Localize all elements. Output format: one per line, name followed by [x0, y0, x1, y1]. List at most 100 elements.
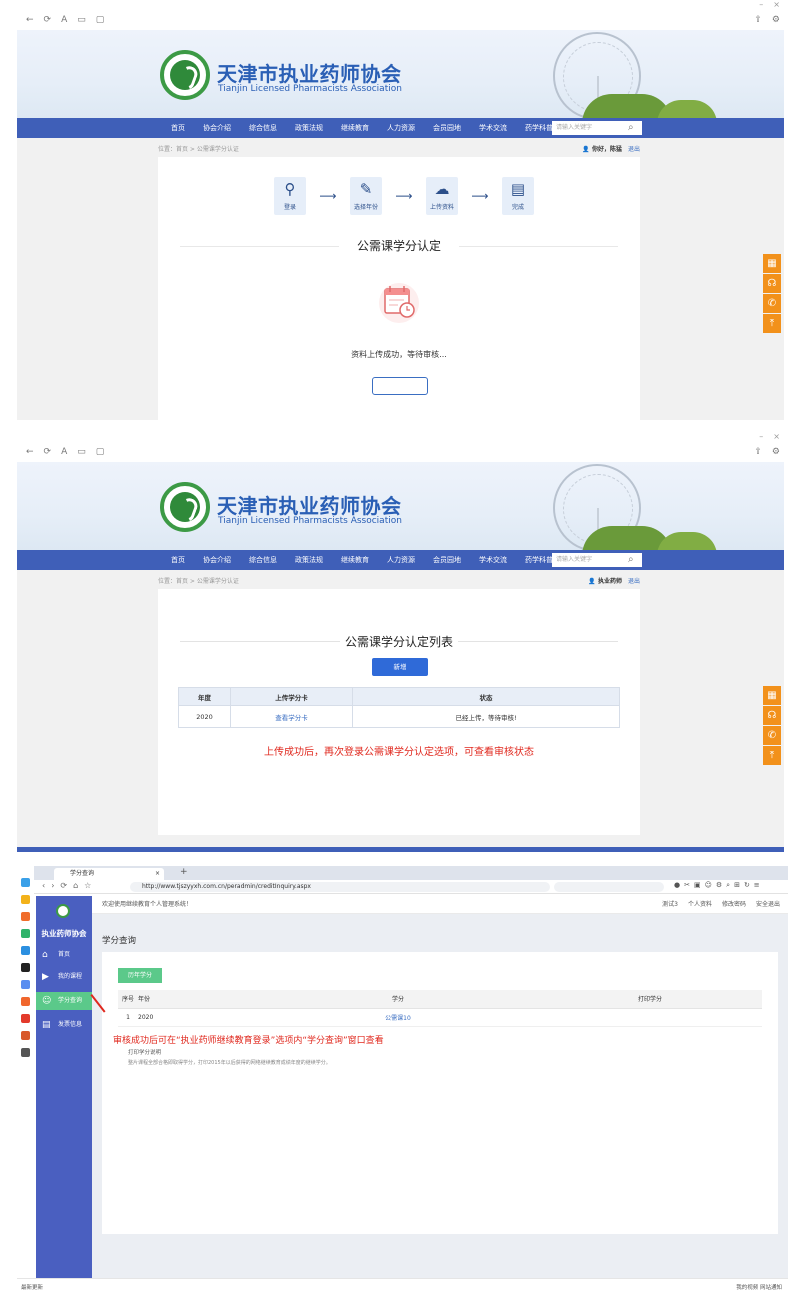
nav-item-hr[interactable]: 人力资源 [378, 118, 424, 138]
app-icon[interactable] [21, 946, 30, 955]
app-icon[interactable] [21, 878, 30, 887]
browser-search-field[interactable] [554, 882, 664, 892]
nav-item-policy[interactable]: 政策法规 [286, 118, 332, 138]
user-icon: 👤 [582, 146, 590, 153]
nav-item-education[interactable]: 继续教育 [332, 118, 378, 138]
logout-link[interactable]: 退出 [628, 578, 640, 585]
support-icon[interactable]: ☊ [763, 706, 781, 725]
welcome-text: 欢迎使用继续教育个人管理系统！ [102, 901, 193, 908]
change-password-link[interactable]: 修改密码 [722, 896, 746, 914]
tab-credit-query[interactable]: 学分查询 × [54, 868, 164, 880]
nav-item-home[interactable]: 首页 [162, 550, 194, 570]
refresh-icon[interactable]: ⟳ [44, 447, 52, 457]
nav-item-news[interactable]: 综合信息 [240, 118, 286, 138]
back-to-top-icon[interactable]: ⤒ [763, 314, 781, 333]
profile-link[interactable]: 个人资料 [688, 896, 712, 914]
sidebar-item-credit-query[interactable]: ☺ 学分查询 [36, 992, 94, 1010]
site-name-cn: 天津市执业药师协会 [217, 62, 402, 86]
support-icon[interactable]: ☊ [763, 274, 781, 293]
search-icon[interactable]: ⌕ [628, 121, 634, 135]
nav-item-members[interactable]: 会员园地 [424, 550, 470, 570]
phone-icon[interactable]: ✆ [763, 294, 781, 313]
new-tab-icon[interactable]: + [180, 867, 188, 877]
content-card: ⚲ 登录 ⟶ ✎ 选择年份 ⟶ ☁ 上传资料 ⟶ ▤ 完成 公需课学分认定 资料上传成功… [158, 157, 640, 420]
user-greeting: 👤 你好，陈猛 退出 [582, 146, 640, 153]
status-cell: 已经上传，等待审核! [352, 705, 620, 728]
font-icon[interactable]: A [61, 447, 67, 457]
history-credits-button[interactable]: 历年学分 [118, 968, 162, 983]
print-note-text: 整片课程全部合格即取得学分，打印2015年以后获得的网络继续教育成绩年度的继续学… [128, 1060, 331, 1066]
reader-icon[interactable]: ▭ [77, 15, 86, 25]
app-icon[interactable] [21, 963, 30, 972]
user-icon: 👤 [588, 578, 596, 585]
window-icon[interactable]: ▢ [96, 15, 105, 25]
app-icon[interactable] [21, 997, 30, 1006]
nav-item-members[interactable]: 会员园地 [424, 118, 470, 138]
browser-tools[interactable]: ●✂▣☺⚙⌕⊞↻≡ [674, 881, 764, 890]
credit-link[interactable]: 公需课10 [258, 1008, 538, 1027]
credit-query-table: 序号 年份 学分 打印学分 1 2020 公需课10 [118, 990, 762, 1027]
share-icon[interactable]: ⇪ [754, 15, 762, 25]
status-message: 资料上传成功，等待审核... [351, 350, 447, 359]
app-icon[interactable] [21, 929, 30, 938]
add-button[interactable]: 新增 [372, 658, 428, 676]
qrcode-icon[interactable]: ▦ [763, 254, 781, 273]
sidebar-item-courses[interactable]: ▶ 我的课程 [36, 968, 92, 986]
document-icon: ▤ [510, 180, 526, 198]
close-icon[interactable]: × [773, 0, 780, 9]
settings-icon[interactable]: ⚙ [772, 15, 780, 25]
nav-item-home[interactable]: 首页 [162, 118, 194, 138]
phone-icon[interactable]: ✆ [763, 726, 781, 745]
back-icon[interactable]: ← [26, 15, 34, 25]
minimize-icon[interactable]: – [759, 0, 763, 9]
sidebar-item-home[interactable]: ⌂ 首页 [36, 946, 92, 964]
app-icon[interactable] [21, 1014, 30, 1023]
app-icon[interactable] [21, 1048, 30, 1057]
table-header: 年份 [138, 990, 258, 1009]
app-icon[interactable] [21, 1031, 30, 1040]
cloud-upload-icon: ☁ [434, 180, 450, 198]
logout-link[interactable]: 退出 [628, 146, 640, 153]
confirm-button[interactable] [372, 377, 428, 395]
trees-image [657, 100, 717, 118]
app-icon[interactable] [21, 895, 30, 904]
font-icon[interactable]: A [61, 15, 67, 25]
qrcode-icon[interactable]: ▦ [763, 686, 781, 705]
reader-icon[interactable]: ▭ [77, 447, 86, 457]
close-icon[interactable]: × [773, 432, 780, 441]
nav-item-news[interactable]: 综合信息 [240, 550, 286, 570]
minimize-icon[interactable]: – [759, 432, 763, 441]
nav-item-academic[interactable]: 学术交流 [470, 550, 516, 570]
search-icon[interactable]: ⌕ [628, 553, 634, 567]
index-cell: 1 [118, 1008, 138, 1027]
nav-item-about[interactable]: 协会介绍 [194, 118, 240, 138]
user-name-link[interactable]: 测试3 [662, 896, 678, 914]
nav-item-hr[interactable]: 人力资源 [378, 550, 424, 570]
nav-item-education[interactable]: 继续教育 [332, 550, 378, 570]
logout-link[interactable]: 安全退出 [756, 896, 780, 914]
navigation-buttons[interactable]: ‹›⟳⌂☆ [42, 881, 97, 890]
window-icon[interactable]: ▢ [96, 447, 105, 457]
share-icon[interactable]: ⇪ [754, 447, 762, 457]
progress-steps: ⚲ 登录 ⟶ ✎ 选择年份 ⟶ ☁ 上传资料 ⟶ ▤ 完成 [274, 177, 534, 215]
print-cell[interactable] [538, 1008, 762, 1027]
nav-item-academic[interactable]: 学术交流 [470, 118, 516, 138]
credit-table: 年度 上传学分卡 状态 2020 查看学分卡 已经上传，等待审核! [178, 687, 620, 728]
settings-icon[interactable]: ⚙ [772, 447, 780, 457]
association-logo [160, 50, 210, 100]
main-nav: 首页 协会介绍 综合信息 政策法规 继续教育 人力资源 会员园地 学术交流 药学… [17, 550, 784, 570]
step-login: ⚲ 登录 [274, 177, 306, 215]
sidebar-item-invoice[interactable]: ▤ 发票信息 [36, 1016, 92, 1034]
back-icon[interactable]: ← [26, 447, 34, 457]
refresh-icon[interactable]: ⟳ [44, 15, 52, 25]
back-to-top-icon[interactable]: ⤒ [763, 746, 781, 765]
app-icon[interactable] [21, 912, 30, 921]
nav-item-policy[interactable]: 政策法规 [286, 550, 332, 570]
app-icon[interactable] [21, 980, 30, 989]
url-field[interactable]: http://www.tjszyyxh.com.cn/peradmin/cred… [130, 882, 550, 892]
view-card-link[interactable]: 查看学分卡 [230, 705, 353, 728]
nav-item-about[interactable]: 协会介绍 [194, 550, 240, 570]
close-tab-icon[interactable]: × [155, 868, 160, 880]
table-row: 1 2020 公需课10 [118, 1008, 762, 1027]
table-row: 2020 查看学分卡 已经上传，等待审核! [178, 705, 620, 728]
